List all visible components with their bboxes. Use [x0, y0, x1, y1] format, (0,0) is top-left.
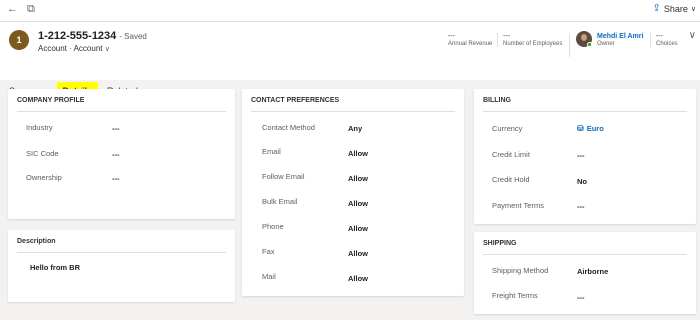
record-subtitle: Account · Account ∨	[38, 44, 110, 53]
field-label-credit-hold: Credit Hold	[492, 175, 530, 184]
field-label-mail: Mail	[262, 272, 276, 281]
shipping-method-field[interactable]: Airborne	[577, 267, 608, 276]
fax-preference-field[interactable]: Allow	[348, 249, 368, 258]
field-label-phone: Phone	[262, 222, 284, 231]
field-label-shipping-method: Shipping Method	[492, 266, 549, 275]
field-label-email: Email	[262, 147, 281, 156]
header-field-label: Owner	[597, 41, 615, 47]
contact-method-field[interactable]: Any	[348, 124, 362, 133]
field-label-bulk-email: Bulk Email	[262, 197, 298, 206]
section-title: SHIPPING	[483, 240, 687, 255]
share-icon: ⇪	[652, 3, 661, 14]
form-selector[interactable]: Account ∨	[74, 44, 110, 53]
currency-field[interactable]: ⛁ Euro	[577, 124, 604, 133]
section-title: BILLING	[483, 97, 687, 112]
record-name: 1-212-555-1234	[38, 30, 117, 42]
credit-hold-field[interactable]: No	[577, 177, 587, 186]
header-field-annual-revenue: --- Annual Revenue	[448, 33, 492, 47]
payment-terms-field[interactable]: ---	[577, 202, 585, 211]
record-title: 1-212-555-1234- Saved	[38, 30, 147, 42]
currency-link[interactable]: Euro	[587, 124, 604, 133]
back-arrow-icon[interactable]: ←	[7, 3, 18, 15]
field-label-contact-method: Contact Method	[262, 123, 315, 132]
entity-name: Account	[38, 44, 67, 53]
field-label-follow-email: Follow Email	[262, 172, 305, 181]
section-title: COMPANY PROFILE	[17, 97, 226, 112]
mail-preference-field[interactable]: Allow	[348, 274, 368, 283]
header-field-label: Number of Employees	[503, 41, 563, 47]
expand-header-chevron-icon[interactable]: ∨	[689, 30, 696, 41]
section-title: CONTACT PREFERENCES	[251, 97, 455, 112]
ownership-field[interactable]: ---	[112, 174, 120, 183]
company-profile-section: COMPANY PROFILE Industry --- SIC Code --…	[8, 89, 235, 219]
follow-email-field[interactable]: Allow	[348, 174, 368, 183]
chevron-down-icon: ∨	[690, 5, 696, 13]
industry-field[interactable]: ---	[112, 124, 120, 133]
header-field-label: Choices	[656, 41, 678, 47]
contact-preferences-section: CONTACT PREFERENCES Contact Method Any E…	[242, 89, 464, 296]
bulk-email-field[interactable]: Allow	[348, 199, 368, 208]
chevron-down-icon: ∨	[104, 46, 110, 53]
freight-terms-field[interactable]: ---	[577, 293, 585, 302]
header-field-value: ---	[448, 33, 455, 40]
field-label-freight-terms: Freight Terms	[492, 291, 538, 300]
share-label: Share	[663, 3, 688, 14]
owner-field: Mehdi El Amri Owner	[597, 33, 643, 47]
sic-code-field[interactable]: ---	[112, 150, 120, 159]
record-header: 1 1-212-555-1234- Saved Account · Accoun…	[0, 22, 700, 102]
shipping-section: SHIPPING Shipping Method Airborne Freigh…	[474, 232, 696, 314]
field-label-fax: Fax	[262, 247, 275, 256]
field-label-ownership: Ownership	[26, 173, 62, 182]
phone-preference-field[interactable]: Allow	[348, 224, 368, 233]
command-bar: ← ⧉ ⇪ Share ∨	[0, 0, 700, 22]
coins-icon: ⛁	[577, 124, 584, 133]
field-label-credit-limit: Credit Limit	[492, 150, 530, 159]
header-field-value: ---	[503, 33, 510, 40]
owner-name-link[interactable]: Mehdi El Amri	[597, 33, 643, 40]
section-title: Description	[17, 238, 226, 253]
header-field-number-of-employees: --- Number of Employees	[497, 33, 562, 47]
header-field-choices: --- Choices	[650, 33, 678, 47]
presence-status-icon	[587, 42, 592, 47]
description-field[interactable]: Hello from BR	[30, 263, 80, 272]
billing-section: BILLING Currency ⛁ Euro Credit Limit ---…	[474, 89, 696, 224]
share-button[interactable]: ⇪ Share ∨	[652, 3, 696, 14]
separator-dot: ·	[69, 44, 72, 53]
credit-limit-field[interactable]: ---	[577, 151, 585, 160]
save-status: - Saved	[119, 32, 147, 41]
field-label-currency: Currency	[492, 124, 523, 133]
popout-icon[interactable]: ⧉	[27, 3, 35, 16]
record-avatar: 1	[9, 30, 29, 50]
email-preference-field[interactable]: Allow	[348, 149, 368, 158]
form-name: Account	[73, 44, 103, 53]
field-label-industry: Industry	[26, 123, 53, 132]
header-field-value: ---	[656, 33, 663, 40]
field-label-sic-code: SIC Code	[26, 149, 59, 158]
description-section: Description Hello from BR	[8, 230, 235, 302]
field-label-payment-terms: Payment Terms	[492, 201, 544, 210]
header-field-label: Annual Revenue	[448, 41, 493, 47]
